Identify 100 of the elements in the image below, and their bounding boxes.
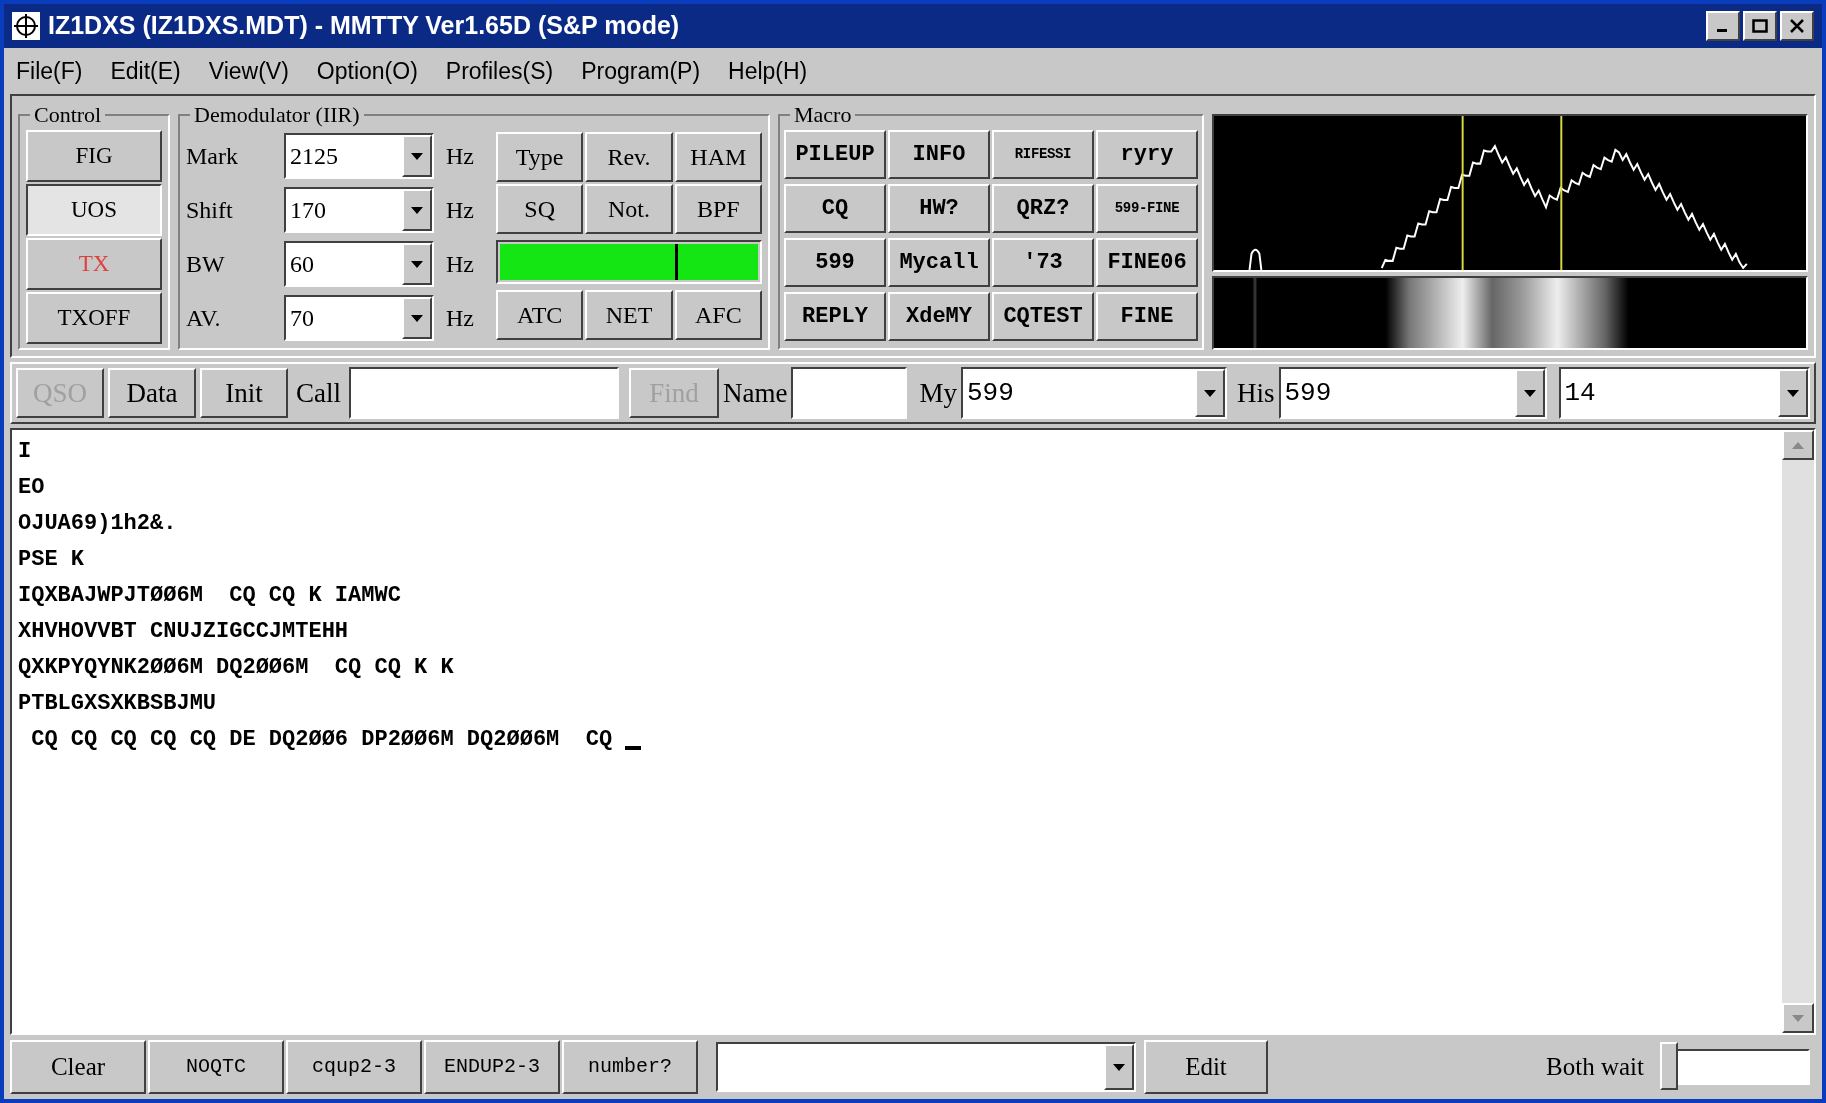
- text-cursor: [625, 746, 642, 750]
- macro-button[interactable]: Clear: [10, 1040, 146, 1094]
- dropdown-arrow-button[interactable]: [402, 189, 432, 231]
- his-label: His: [1237, 376, 1275, 410]
- call-label: Call: [295, 376, 342, 410]
- call-input[interactable]: [349, 367, 619, 419]
- received-text-line: PSE K: [18, 546, 84, 574]
- macro-button[interactable]: ryry: [1096, 130, 1198, 179]
- menu-item[interactable]: Edit(E): [110, 53, 181, 89]
- field-label: AV.: [186, 304, 222, 333]
- received-text-line: PTBLGXSXKBSBJMU: [18, 690, 217, 718]
- macro-button[interactable]: PILEUP: [784, 130, 886, 179]
- field-label: Mark: [186, 142, 239, 171]
- menu-item[interactable]: Help(H): [728, 53, 808, 89]
- vertical-scrollbar[interactable]: [1782, 430, 1814, 1033]
- dropdown-arrow-button[interactable]: [402, 135, 432, 177]
- macro-button[interactable]: NOQTC: [148, 1040, 284, 1094]
- menu-item[interactable]: Program(P): [581, 53, 701, 89]
- edit-button[interactable]: Edit: [1144, 1040, 1268, 1094]
- my-label: My: [919, 376, 957, 410]
- afc-button[interactable]: NET: [585, 290, 673, 340]
- qso-button[interactable]: Data: [108, 368, 196, 418]
- down-arrow-icon: [1792, 1014, 1804, 1022]
- filter-button[interactable]: BPF: [674, 184, 762, 234]
- menu-item[interactable]: View(V): [208, 53, 289, 89]
- macro-button[interactable]: REPLY: [784, 292, 886, 341]
- wait-slider[interactable]: [1660, 1042, 1810, 1092]
- name-label: Name: [723, 376, 788, 410]
- his-report-dropdown[interactable]: 599: [1278, 367, 1547, 419]
- unit-label: Hz: [446, 250, 474, 279]
- band-dropdown[interactable]: 14: [1558, 367, 1810, 419]
- menu-item[interactable]: Option(O): [316, 53, 418, 89]
- caret-icon: [1523, 389, 1536, 397]
- filter-button[interactable]: SQ: [496, 184, 584, 234]
- macro-dropdown[interactable]: [716, 1042, 1136, 1092]
- name-input[interactable]: [791, 367, 908, 419]
- caret-icon: [411, 206, 423, 214]
- value-dropdown[interactable]: 2125: [284, 133, 434, 179]
- caret-icon: [1113, 1063, 1125, 1071]
- menu-item[interactable]: Profiles(S): [445, 53, 554, 89]
- macro-button[interactable]: QRZ?: [992, 184, 1094, 233]
- macro-button[interactable]: INFO: [888, 130, 990, 179]
- received-text-line: QXKPYQYNK2ØØ6M DQ2ØØ6M CQ CQ K K: [18, 654, 454, 682]
- filter-button[interactable]: HAM: [674, 132, 762, 182]
- minimize-icon[interactable]: [1706, 11, 1740, 41]
- app-icon: [12, 12, 40, 40]
- control-button[interactable]: FIG: [26, 130, 162, 182]
- wait-label: Both wait: [1546, 1052, 1644, 1083]
- caret-icon: [411, 314, 423, 322]
- macro-button[interactable]: cqup2-3: [286, 1040, 422, 1094]
- maximize-icon[interactable]: [1743, 11, 1777, 41]
- up-arrow-icon: [1792, 441, 1804, 449]
- dropdown-arrow-button[interactable]: [402, 243, 432, 285]
- slider-thumb[interactable]: [1660, 1042, 1678, 1090]
- caret-icon: [1204, 389, 1216, 397]
- value-dropdown[interactable]: 170: [284, 187, 434, 233]
- macro-button[interactable]: ENDUP2-3: [424, 1040, 560, 1094]
- caret-icon: [411, 152, 423, 160]
- macro-button[interactable]: CQ: [784, 184, 886, 233]
- macro-button[interactable]: number?: [562, 1040, 698, 1094]
- dropdown-arrow-button[interactable]: [1514, 369, 1545, 417]
- value-dropdown[interactable]: 70: [284, 295, 434, 341]
- received-text-line: IQXBAJWPJTØØ6M CQ CQ K IAMWC: [18, 582, 401, 610]
- scroll-down-button[interactable]: [1782, 1003, 1814, 1033]
- afc-button[interactable]: ATC: [496, 290, 584, 340]
- dropdown-arrow-button[interactable]: [1778, 369, 1808, 417]
- received-text-line: CQ CQ CQ CQ CQ DE DQ2ØØ6 DP2ØØ6M DQ2ØØ6M CQ: [30, 726, 614, 754]
- caret-icon: [1787, 389, 1799, 397]
- macro-button[interactable]: HW?: [888, 184, 990, 233]
- afc-button[interactable]: AFC: [674, 290, 762, 340]
- unit-label: Hz: [446, 142, 474, 171]
- menu-item[interactable]: File(F): [16, 53, 83, 89]
- scroll-up-button[interactable]: [1782, 430, 1814, 460]
- macro-button[interactable]: CQTEST: [992, 292, 1094, 341]
- dropdown-arrow-button[interactable]: [1195, 369, 1225, 417]
- unit-label: Hz: [446, 196, 474, 225]
- macro-button[interactable]: FINE: [1096, 292, 1198, 341]
- received-text-line: I: [18, 438, 32, 466]
- dropdown-arrow-button[interactable]: [402, 297, 432, 339]
- macro-button[interactable]: '73: [992, 238, 1094, 287]
- control-button[interactable]: TXOFF: [26, 292, 162, 344]
- received-text-line: EO: [18, 474, 45, 502]
- filter-button[interactable]: Rev.: [585, 132, 673, 182]
- macro-button[interactable]: 599-FINE: [1096, 184, 1198, 233]
- macro-button[interactable]: 599: [784, 238, 886, 287]
- qso-button[interactable]: Init: [200, 368, 288, 418]
- macro-button[interactable]: FINE06: [1096, 238, 1198, 287]
- close-icon[interactable]: [1780, 11, 1814, 41]
- macro-button[interactable]: XdeMY: [888, 292, 990, 341]
- macro-button[interactable]: RIFESSI: [992, 130, 1094, 179]
- field-label: Shift: [186, 196, 234, 225]
- unit-label: Hz: [446, 304, 474, 333]
- control-button[interactable]: UOS: [26, 184, 162, 236]
- filter-button[interactable]: Type: [496, 132, 584, 182]
- dropdown-arrow-button[interactable]: [1104, 1044, 1134, 1090]
- my-report-dropdown[interactable]: 599: [961, 367, 1227, 419]
- value-dropdown[interactable]: 60: [284, 241, 434, 287]
- received-text-line: XHVHOVVBT CNUJZIGCCJMTEHH: [18, 618, 349, 646]
- filter-button[interactable]: Not.: [585, 184, 673, 234]
- macro-button[interactable]: Mycall: [888, 238, 990, 287]
